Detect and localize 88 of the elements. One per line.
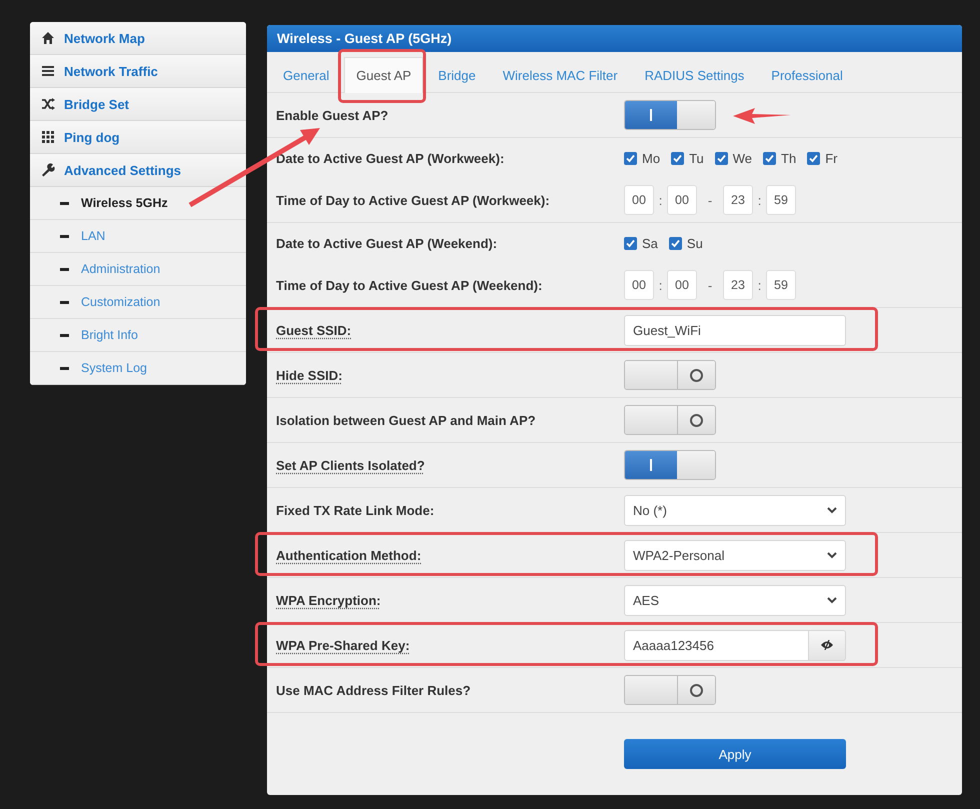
field-label: Fixed TX Rate Link Mode: bbox=[276, 502, 434, 518]
field-label: Set AP Clients Isolated? bbox=[276, 458, 425, 472]
sidebar-item[interactable]: Advanced Settings bbox=[30, 154, 246, 187]
day-label: Fr bbox=[825, 150, 838, 166]
check-icon bbox=[765, 154, 774, 162]
field-label: Hide SSID: bbox=[276, 368, 342, 382]
sidebar-item[interactable]: Bridge Set bbox=[30, 88, 246, 121]
tab[interactable]: Professional bbox=[759, 57, 855, 93]
time-separator: : bbox=[756, 192, 762, 208]
tab[interactable]: Wireless MAC Filter bbox=[490, 57, 630, 93]
time-field[interactable]: 23 bbox=[723, 270, 753, 300]
time-separator: : bbox=[658, 192, 664, 208]
toggle-switch[interactable] bbox=[624, 450, 716, 480]
eye-icon bbox=[820, 640, 834, 650]
sidebar-item[interactable]: Ping dog bbox=[30, 121, 246, 154]
panel-title: Wireless - Guest AP (5GHz) bbox=[267, 25, 962, 52]
checkbox[interactable] bbox=[668, 236, 682, 250]
toggle-switch[interactable] bbox=[624, 675, 716, 705]
eye-button[interactable] bbox=[809, 630, 846, 660]
home-icon bbox=[41, 31, 55, 45]
tab[interactable]: Bridge bbox=[426, 57, 488, 93]
select-field[interactable]: No (*) bbox=[624, 494, 846, 526]
tab[interactable]: RADIUS Settings bbox=[632, 57, 756, 93]
field-label: Use MAC Address Filter Rules? bbox=[276, 682, 471, 698]
checkbox[interactable] bbox=[671, 152, 684, 164]
dash-icon bbox=[60, 334, 69, 336]
sidebar-item[interactable]: Network Traffic bbox=[30, 55, 246, 88]
time-field[interactable]: 23 bbox=[723, 185, 753, 215]
dash-icon bbox=[60, 234, 69, 238]
sidebar-item[interactable]: Network Map bbox=[30, 22, 246, 55]
check-icon bbox=[673, 154, 682, 162]
checkbox[interactable] bbox=[763, 152, 776, 164]
select-field[interactable]: AES bbox=[624, 584, 846, 616]
caret-icon bbox=[827, 596, 837, 604]
field-label: Time of Day to Active Guest AP (Weekend): bbox=[276, 278, 542, 292]
checkbox[interactable] bbox=[807, 152, 820, 164]
toggle-switch[interactable] bbox=[624, 100, 716, 130]
time-field[interactable]: 00 bbox=[624, 270, 654, 300]
field-label: WPA Encryption: bbox=[276, 592, 381, 608]
toggle-switch[interactable] bbox=[624, 405, 716, 435]
grid-icon bbox=[41, 130, 55, 144]
check-icon bbox=[809, 154, 818, 162]
time-separator: - bbox=[706, 278, 714, 292]
tab[interactable]: Guest AP bbox=[344, 57, 424, 93]
dash-icon bbox=[60, 366, 69, 370]
time-field[interactable]: 00 bbox=[667, 270, 697, 300]
field-label: Enable Guest AP? bbox=[276, 108, 388, 122]
check-icon bbox=[626, 154, 635, 162]
day-label: Th bbox=[781, 150, 796, 166]
checkbox[interactable] bbox=[714, 152, 728, 164]
time-separator: - bbox=[706, 192, 714, 208]
wrench-icon bbox=[41, 163, 55, 177]
day-label: Su bbox=[686, 236, 703, 250]
apply-button[interactable]: Apply bbox=[624, 739, 846, 769]
check-icon bbox=[626, 238, 635, 248]
field-label: Isolation between Guest AP and Main AP? bbox=[276, 412, 536, 428]
field-label: Time of Day to Active Guest AP (Workweek): bbox=[276, 192, 550, 208]
toggle-switch[interactable] bbox=[624, 360, 716, 390]
day-label: Tu bbox=[689, 150, 704, 166]
field-label: WPA Pre-Shared Key: bbox=[276, 638, 410, 652]
list-icon bbox=[41, 64, 55, 78]
select-field[interactable]: WPA2-Personal bbox=[624, 540, 846, 570]
dash-icon bbox=[60, 300, 69, 304]
time-field[interactable]: 00 bbox=[667, 185, 697, 215]
time-field[interactable]: 00 bbox=[624, 185, 654, 215]
check-icon bbox=[670, 238, 680, 248]
field-label: Date to Active Guest AP (Weekend): bbox=[276, 236, 498, 250]
dash-icon bbox=[60, 268, 69, 270]
password-field[interactable]: Aaaaa123456 bbox=[624, 630, 809, 660]
field-label: Authentication Method: bbox=[276, 548, 422, 562]
tab[interactable]: General bbox=[271, 57, 342, 93]
caret-icon bbox=[827, 552, 837, 558]
field-label: Guest SSID: bbox=[276, 322, 352, 338]
time-separator: : bbox=[756, 278, 762, 292]
caret-icon bbox=[827, 506, 837, 514]
time-field[interactable]: 59 bbox=[766, 270, 796, 300]
input-field[interactable]: Guest_WiFi bbox=[624, 314, 846, 346]
day-label: Mo bbox=[642, 150, 660, 166]
checkbox[interactable] bbox=[624, 236, 637, 250]
day-label: We bbox=[732, 150, 752, 166]
time-separator: : bbox=[658, 278, 664, 292]
dash-icon bbox=[60, 202, 69, 204]
day-label: Sa bbox=[642, 236, 658, 250]
shuffle-icon bbox=[41, 97, 55, 111]
check-icon bbox=[716, 154, 726, 162]
time-field[interactable]: 59 bbox=[766, 185, 796, 215]
checkbox[interactable] bbox=[624, 152, 637, 164]
field-label: Date to Active Guest AP (Workweek): bbox=[276, 150, 504, 166]
